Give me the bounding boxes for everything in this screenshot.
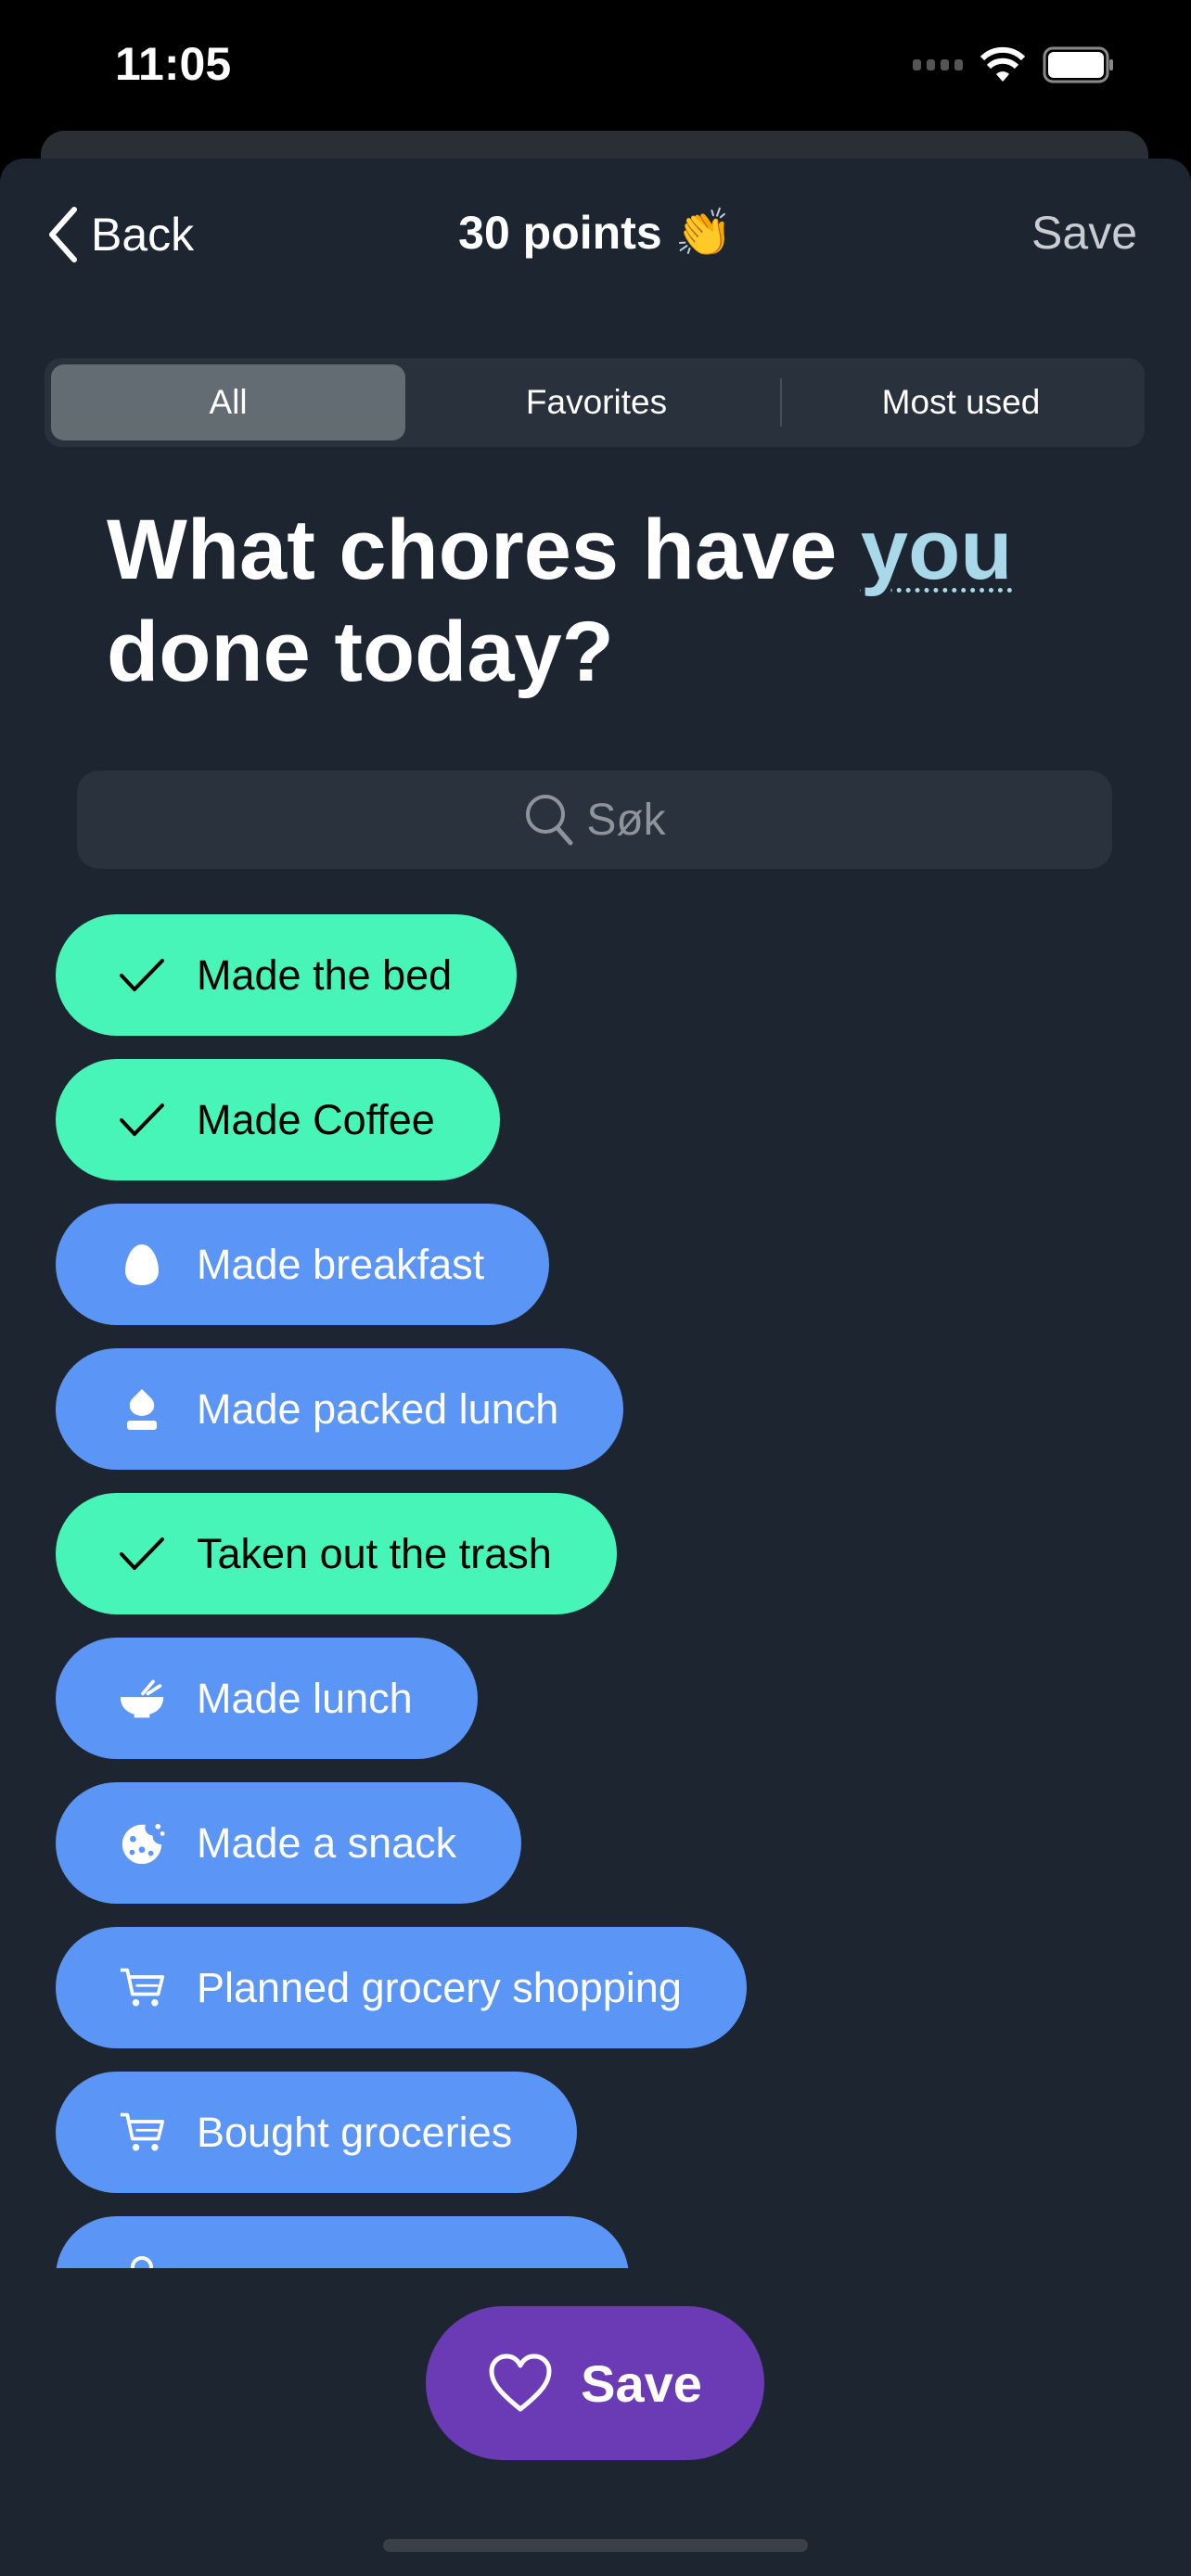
cart-icon xyxy=(119,2110,165,2156)
chore-label: Made lunch xyxy=(197,1674,413,1722)
home-indicator xyxy=(383,2539,808,2552)
search-placeholder: Søk xyxy=(586,795,666,845)
chore-chip[interactable] xyxy=(56,2216,629,2268)
search-input[interactable]: Søk xyxy=(77,771,1112,869)
chore-chip[interactable]: Made breakfast xyxy=(56,1204,550,1325)
packed-lunch-icon xyxy=(119,1386,165,1433)
save-label: Save xyxy=(581,2353,702,2413)
nav-save-button[interactable]: Save xyxy=(1031,206,1137,260)
heart-icon xyxy=(489,2353,552,2412)
chore-chip[interactable]: Made lunch xyxy=(56,1638,478,1759)
cellular-signal-icon xyxy=(913,59,963,70)
battery-icon xyxy=(1043,46,1113,83)
segment-divider xyxy=(780,378,782,427)
egg-icon xyxy=(119,1242,165,1288)
filter-segmented-control: All Favorites Most used xyxy=(45,358,1145,447)
chore-label: Taken out the trash xyxy=(197,1529,552,1577)
heading-suffix: done today? xyxy=(107,605,614,699)
chore-chip[interactable]: Made the bed xyxy=(56,914,518,1036)
chore-label: Made breakfast xyxy=(197,1240,485,1288)
points-title: 30 points 👏 xyxy=(458,207,733,259)
heading-prefix: What chores have xyxy=(107,503,861,597)
chore-chip[interactable]: Made a snack xyxy=(56,1782,522,1904)
chore-list: Made the bed Made Coffee Made breakfast Mad… xyxy=(0,914,1191,2268)
chore-label: Made the bed xyxy=(197,950,453,999)
bag-icon xyxy=(119,2254,165,2268)
cookie-icon xyxy=(119,1820,165,1867)
chore-label: Planned grocery shopping xyxy=(197,1963,682,2011)
chore-chip[interactable]: Made Coffee xyxy=(56,1059,500,1180)
chore-chip[interactable]: Made packed lunch xyxy=(56,1348,624,1470)
heading-highlight: you xyxy=(860,503,1013,597)
chore-label: Made Coffee xyxy=(197,1095,435,1143)
search-icon xyxy=(526,795,573,846)
chore-label: Made packed lunch xyxy=(197,1384,559,1433)
tab-most-used[interactable]: Most used xyxy=(784,364,1138,440)
checkmark-icon xyxy=(119,952,165,999)
chore-label: Made a snack xyxy=(197,1818,457,1867)
status-icons xyxy=(913,46,1115,83)
save-button[interactable]: Save xyxy=(426,2306,764,2460)
chore-chip[interactable]: Planned grocery shopping xyxy=(56,1927,747,2048)
chore-chip[interactable]: Bought groceries xyxy=(56,2072,578,2193)
wifi-icon xyxy=(980,46,1026,82)
cart-icon xyxy=(119,1965,165,2011)
status-time: 11:05 xyxy=(115,38,232,90)
tab-favorites[interactable]: Favorites xyxy=(416,364,777,440)
checkmark-icon xyxy=(119,1531,165,1577)
checkmark-icon xyxy=(119,1097,165,1143)
chore-chip[interactable]: Taken out the trash xyxy=(56,1493,617,1614)
page-heading: What chores have you done today? xyxy=(107,499,1127,703)
chore-label: Bought groceries xyxy=(197,2108,513,2156)
bowl-icon xyxy=(119,1676,165,1722)
tab-all[interactable]: All xyxy=(51,364,405,440)
